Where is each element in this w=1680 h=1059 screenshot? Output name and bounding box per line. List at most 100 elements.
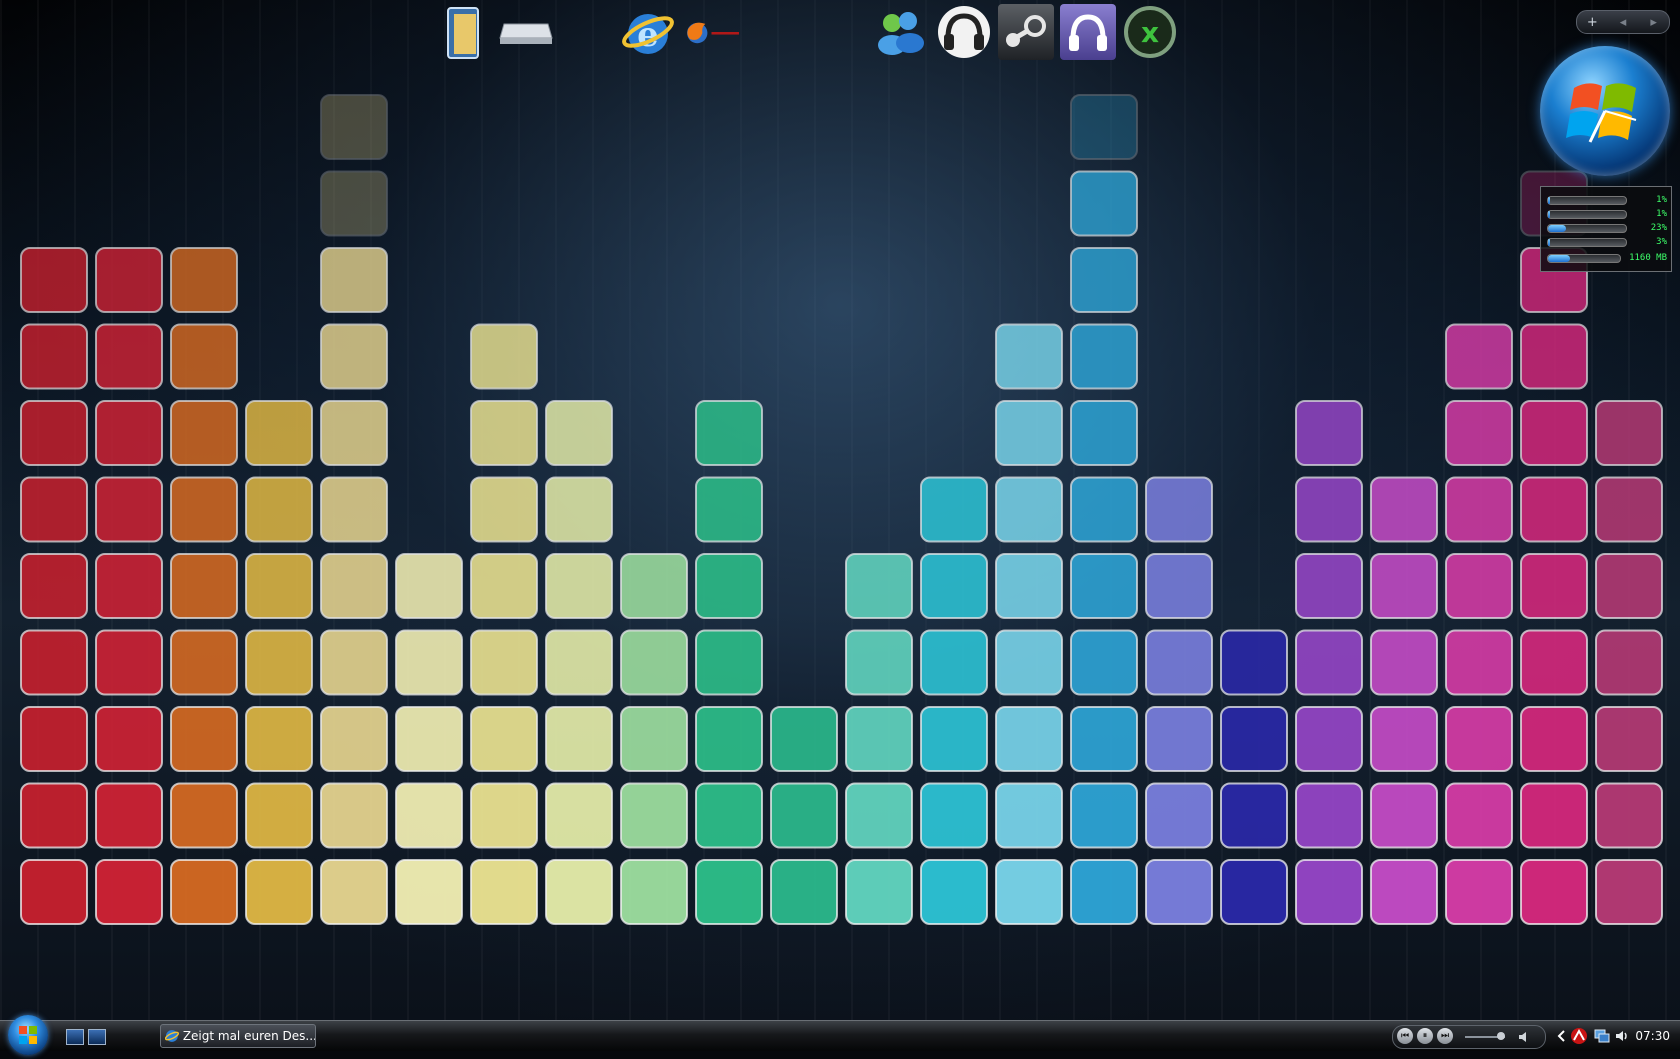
previous-track-button[interactable]: ⏮ [1397,1028,1413,1044]
equalizer-cell [845,782,913,849]
switch-windows-icon[interactable] [88,1029,106,1045]
equalizer-cell [170,553,238,619]
equalizer-cell [1595,706,1663,772]
equalizer-cell [1520,706,1588,772]
equalizer-cell [20,323,88,390]
chevron-left-icon[interactable] [1556,1029,1566,1043]
cpu3-value: 23% [1650,223,1667,233]
equalizer-cell [320,629,388,696]
equalizer-cell [770,859,838,925]
messenger-icon[interactable] [872,4,928,60]
equalizer-cell [1445,476,1513,543]
equalizer-cell [695,629,763,696]
equalizer-cell [1295,629,1363,696]
equalizer-cell [770,706,838,772]
equalizer-cell [545,706,613,772]
clock[interactable]: 07:30 [1635,1029,1670,1043]
equalizer-cell [20,247,88,313]
equalizer-cell [170,782,238,849]
sidebar-next-button[interactable]: ▸ [1638,15,1669,30]
equalizer-cell [320,247,388,313]
equalizer-cell [95,323,163,390]
equalizer-cell [470,553,538,619]
steam-icon[interactable] [998,4,1054,60]
equalizer-cell [1520,629,1588,696]
documents-icon[interactable] [436,4,492,60]
equalizer-cell [320,323,388,390]
equalizer-cell [320,706,388,772]
internet-explorer-icon[interactable]: e [620,4,676,60]
equalizer-cell [695,782,763,849]
equalizer-cell [95,553,163,619]
equalizer-cell [545,553,613,619]
equalizer-cell [1445,553,1513,619]
network-icon[interactable] [1594,1028,1610,1044]
add-gadget-button[interactable]: + [1577,15,1608,30]
equalizer-cell [620,706,688,772]
equalizer-cell [920,629,988,696]
equalizer-cell [320,94,388,160]
equalizer-cell [620,553,688,619]
sidebar-prev-button[interactable]: ◂ [1608,15,1639,30]
volume-icon[interactable] [1614,1028,1630,1044]
equalizer-cell [170,859,238,925]
equalizer-cell [845,706,913,772]
equalizer-cell [1070,400,1138,466]
cpu3-meter-fill [1548,225,1566,232]
drive-icon[interactable] [498,4,554,60]
equalizer-cell [470,706,538,772]
equalizer-cell [1370,476,1438,543]
volume-slider-knob[interactable] [1497,1032,1505,1040]
equalizer-cell [1520,323,1588,390]
equalizer-cell [1145,553,1213,619]
antivirus-icon[interactable] [1570,1027,1588,1045]
system-meter-gadget: 1% 1% 23% 3% 1160 MB [1540,186,1672,272]
windows-orb-gadget[interactable] [1540,46,1670,176]
equalizer-cell [20,782,88,849]
equalizer-cell [245,476,313,543]
music-player-icon[interactable] [1060,4,1116,60]
pause-button[interactable]: ⏸ [1417,1028,1433,1044]
equalizer-cell [245,706,313,772]
equalizer-cell [20,553,88,619]
next-track-button[interactable]: ⏭ [1437,1028,1453,1044]
memory-meter-fill [1548,255,1570,262]
equalizer-cell [20,706,88,772]
windows-logo-icon [1566,83,1637,143]
equalizer-cell [920,859,988,925]
equalizer-cell [545,859,613,925]
equalizer-cell [845,629,913,696]
equalizer-cell [995,782,1063,849]
equalizer-cell [920,553,988,619]
taskbar-button-browser[interactable]: Zeigt mal euren Des... [160,1024,316,1048]
equalizer-cell [1370,859,1438,925]
cpu4-value: 3% [1656,237,1667,247]
equalizer-cell [1370,553,1438,619]
equalizer-cell [920,706,988,772]
equalizer-cell [320,859,388,925]
equalizer-cell [395,782,463,849]
equalizer-cell [470,629,538,696]
cpu1-value: 1% [1656,195,1667,205]
equalizer-cell [95,782,163,849]
equalizer-cell [1070,706,1138,772]
equalizer-cell [320,782,388,849]
memory-value: 1160 MB [1629,253,1667,263]
equalizer-cell [920,476,988,543]
equalizer-cell [320,476,388,543]
equalizer-cell [320,400,388,466]
speaker-icon[interactable] [1517,1030,1531,1044]
firefox-icon[interactable] [684,4,740,60]
equalizer-graphic [20,94,1663,925]
equalizer-cell [245,782,313,849]
equalizer-cell [1145,859,1213,925]
top-dock: e x [0,0,1680,64]
xfire-icon[interactable]: x [1122,4,1178,60]
windows-logo-icon [19,1026,37,1044]
equalizer-cell [845,859,913,925]
headphones-icon[interactable] [936,4,992,60]
equalizer-cell [1445,859,1513,925]
equalizer-cell [1295,706,1363,772]
show-desktop-icon[interactable] [66,1029,84,1045]
start-button[interactable] [8,1015,48,1055]
